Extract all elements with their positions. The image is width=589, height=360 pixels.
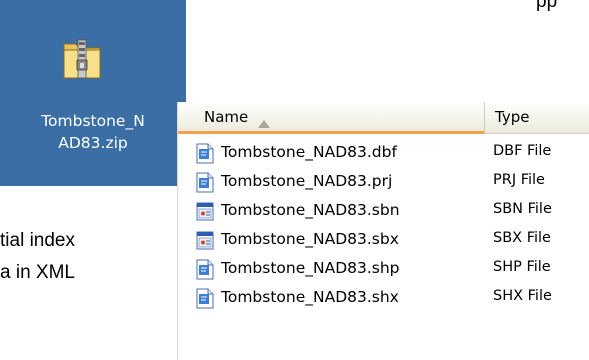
desktop-area: Tombstone_N AD83.zip bbox=[0, 0, 186, 186]
document-icon bbox=[196, 288, 214, 309]
file-type: SBN File bbox=[493, 201, 552, 217]
column-header-name[interactable]: Name bbox=[178, 102, 485, 134]
document-icon bbox=[196, 259, 214, 280]
zip-file-label[interactable]: Tombstone_N AD83.zip bbox=[30, 110, 156, 154]
file-type: PRJ File bbox=[493, 172, 545, 188]
file-name: Tombstone_NAD83.shp bbox=[221, 259, 400, 277]
file-row[interactable]: Tombstone_NAD83.sbn SBN File bbox=[178, 198, 589, 227]
file-list-view: Name Type Tombstone_NAD83.dbf DBF File To… bbox=[177, 102, 589, 360]
file-row[interactable]: Tombstone_NAD83.shp SHP File bbox=[178, 256, 589, 285]
application-file-icon bbox=[196, 230, 214, 251]
page-text-fragment-top: pp bbox=[536, 0, 558, 12]
file-name: Tombstone_NAD83.dbf bbox=[221, 143, 397, 161]
sort-ascending-icon bbox=[258, 113, 270, 132]
column-header-type[interactable]: Type bbox=[485, 102, 589, 133]
zip-folder-icon[interactable] bbox=[62, 36, 102, 80]
file-row[interactable]: Tombstone_NAD83.sbx SBX File bbox=[178, 227, 589, 256]
file-type: SHX File bbox=[493, 288, 552, 304]
file-type: DBF File bbox=[493, 143, 552, 159]
file-row[interactable]: Tombstone_NAD83.shx SHX File bbox=[178, 285, 589, 314]
file-name: Tombstone_NAD83.prj bbox=[221, 172, 393, 190]
application-file-icon bbox=[196, 201, 214, 222]
document-icon bbox=[196, 143, 214, 164]
zip-label-line1: Tombstone_N bbox=[41, 112, 145, 130]
page-text-fragment-line1: tial index bbox=[0, 230, 75, 251]
file-name: Tombstone_NAD83.sbn bbox=[221, 201, 400, 219]
file-list: Tombstone_NAD83.dbf DBF File Tombstone_NA… bbox=[178, 140, 589, 314]
file-row[interactable]: Tombstone_NAD83.prj PRJ File bbox=[178, 169, 589, 198]
sorted-column-indicator bbox=[178, 131, 484, 134]
column-header-bar: Name Type bbox=[178, 102, 589, 134]
column-header-name-label: Name bbox=[204, 108, 249, 126]
column-header-type-label: Type bbox=[495, 108, 530, 126]
file-type: SBX File bbox=[493, 230, 551, 246]
file-row[interactable]: Tombstone_NAD83.dbf DBF File bbox=[178, 140, 589, 169]
file-name: Tombstone_NAD83.shx bbox=[221, 288, 399, 306]
file-type: SHP File bbox=[493, 259, 551, 275]
page-text-fragment-line2: a in XML bbox=[0, 262, 75, 283]
file-name: Tombstone_NAD83.sbx bbox=[221, 230, 399, 248]
document-icon bbox=[196, 172, 214, 193]
zip-label-line2: AD83.zip bbox=[58, 134, 128, 152]
